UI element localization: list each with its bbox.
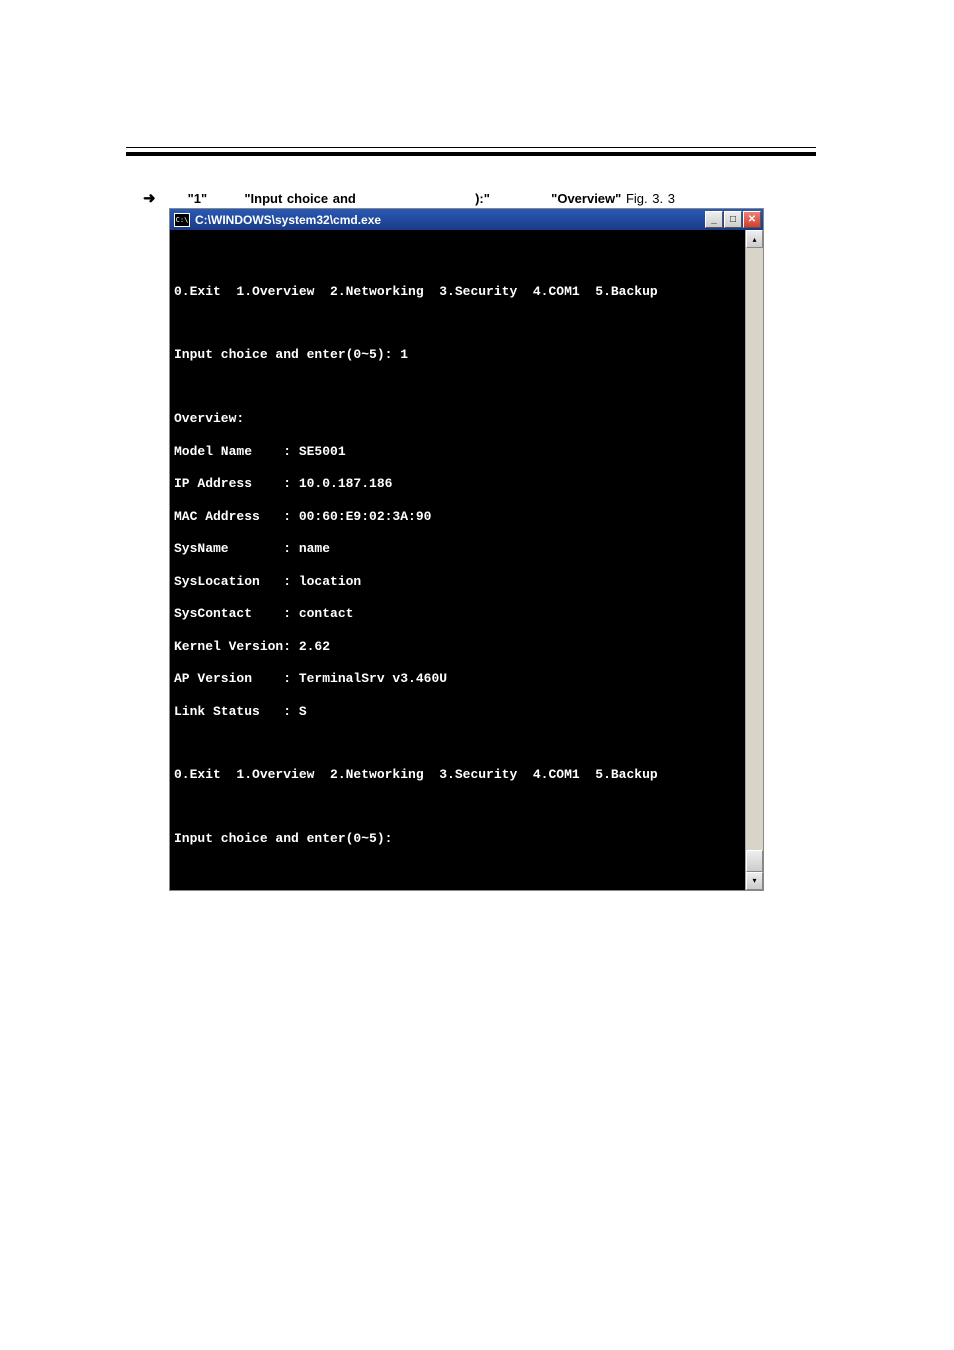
- bold-text-1: "Input choice and: [244, 191, 355, 206]
- titlebar[interactable]: C:\ C:\WINDOWS\system32\cmd.exe _ □ ✕: [170, 209, 763, 230]
- header-rule-thick: [126, 152, 816, 156]
- row-syslocation: SysLocation : location: [174, 574, 741, 590]
- row-ip-address: IP Address : 10.0.187.186: [174, 476, 741, 492]
- titlebar-left: C:\ C:\WINDOWS\system32\cmd.exe: [174, 213, 381, 227]
- window-controls: _ □ ✕: [705, 211, 761, 228]
- menu-line-1: 0.Exit 1.Overview 2.Networking 3.Securit…: [174, 284, 741, 300]
- row-ap-version: AP Version : TerminalSrv v3.460U: [174, 671, 741, 687]
- close-button[interactable]: ✕: [743, 211, 761, 228]
- cmd-window: C:\ C:\WINDOWS\system32\cmd.exe _ □ ✕ 0.…: [169, 208, 764, 891]
- prompt-line-2: Input choice and enter(0~5):: [174, 831, 741, 847]
- row-model-name: Model Name : SE5001: [174, 444, 741, 460]
- overview-header: Overview:: [174, 411, 741, 427]
- scroll-thumb[interactable]: [746, 850, 763, 872]
- cmd-icon: C:\: [174, 213, 190, 227]
- scroll-down-button[interactable]: ▾: [746, 872, 763, 890]
- scroll-up-button[interactable]: ▴: [746, 230, 763, 248]
- intro-line: ➜ "1" "Input choice and ):" "Overview" F…: [143, 189, 675, 207]
- minimize-button[interactable]: _: [705, 211, 723, 228]
- row-link-status: Link Status : S: [174, 704, 741, 720]
- header-rule-thin: [126, 147, 816, 148]
- window-title: C:\WINDOWS\system32\cmd.exe: [195, 213, 381, 227]
- intro-text: "1" "Input choice and ):" "Overview" Fig…: [188, 191, 675, 206]
- figure-caption: Fig. 3. 3: [0, 554, 954, 568]
- row-syscontact: SysContact : contact: [174, 606, 741, 622]
- paren-close: ):": [475, 191, 490, 206]
- row-mac-address: MAC Address : 00:60:E9:02:3A:90: [174, 509, 741, 525]
- row-kernel-version: Kernel Version: 2.62: [174, 639, 741, 655]
- menu-line-2: 0.Exit 1.Overview 2.Networking 3.Securit…: [174, 767, 741, 783]
- maximize-button[interactable]: □: [724, 211, 742, 228]
- bold-text-2: "Overview": [551, 191, 621, 206]
- arrow-icon: ➜: [143, 189, 156, 207]
- prompt-line-1: Input choice and enter(0~5): 1: [174, 347, 741, 363]
- fig-ref-inline: Fig. 3. 3: [626, 191, 675, 206]
- quoted-1: "1": [188, 191, 208, 206]
